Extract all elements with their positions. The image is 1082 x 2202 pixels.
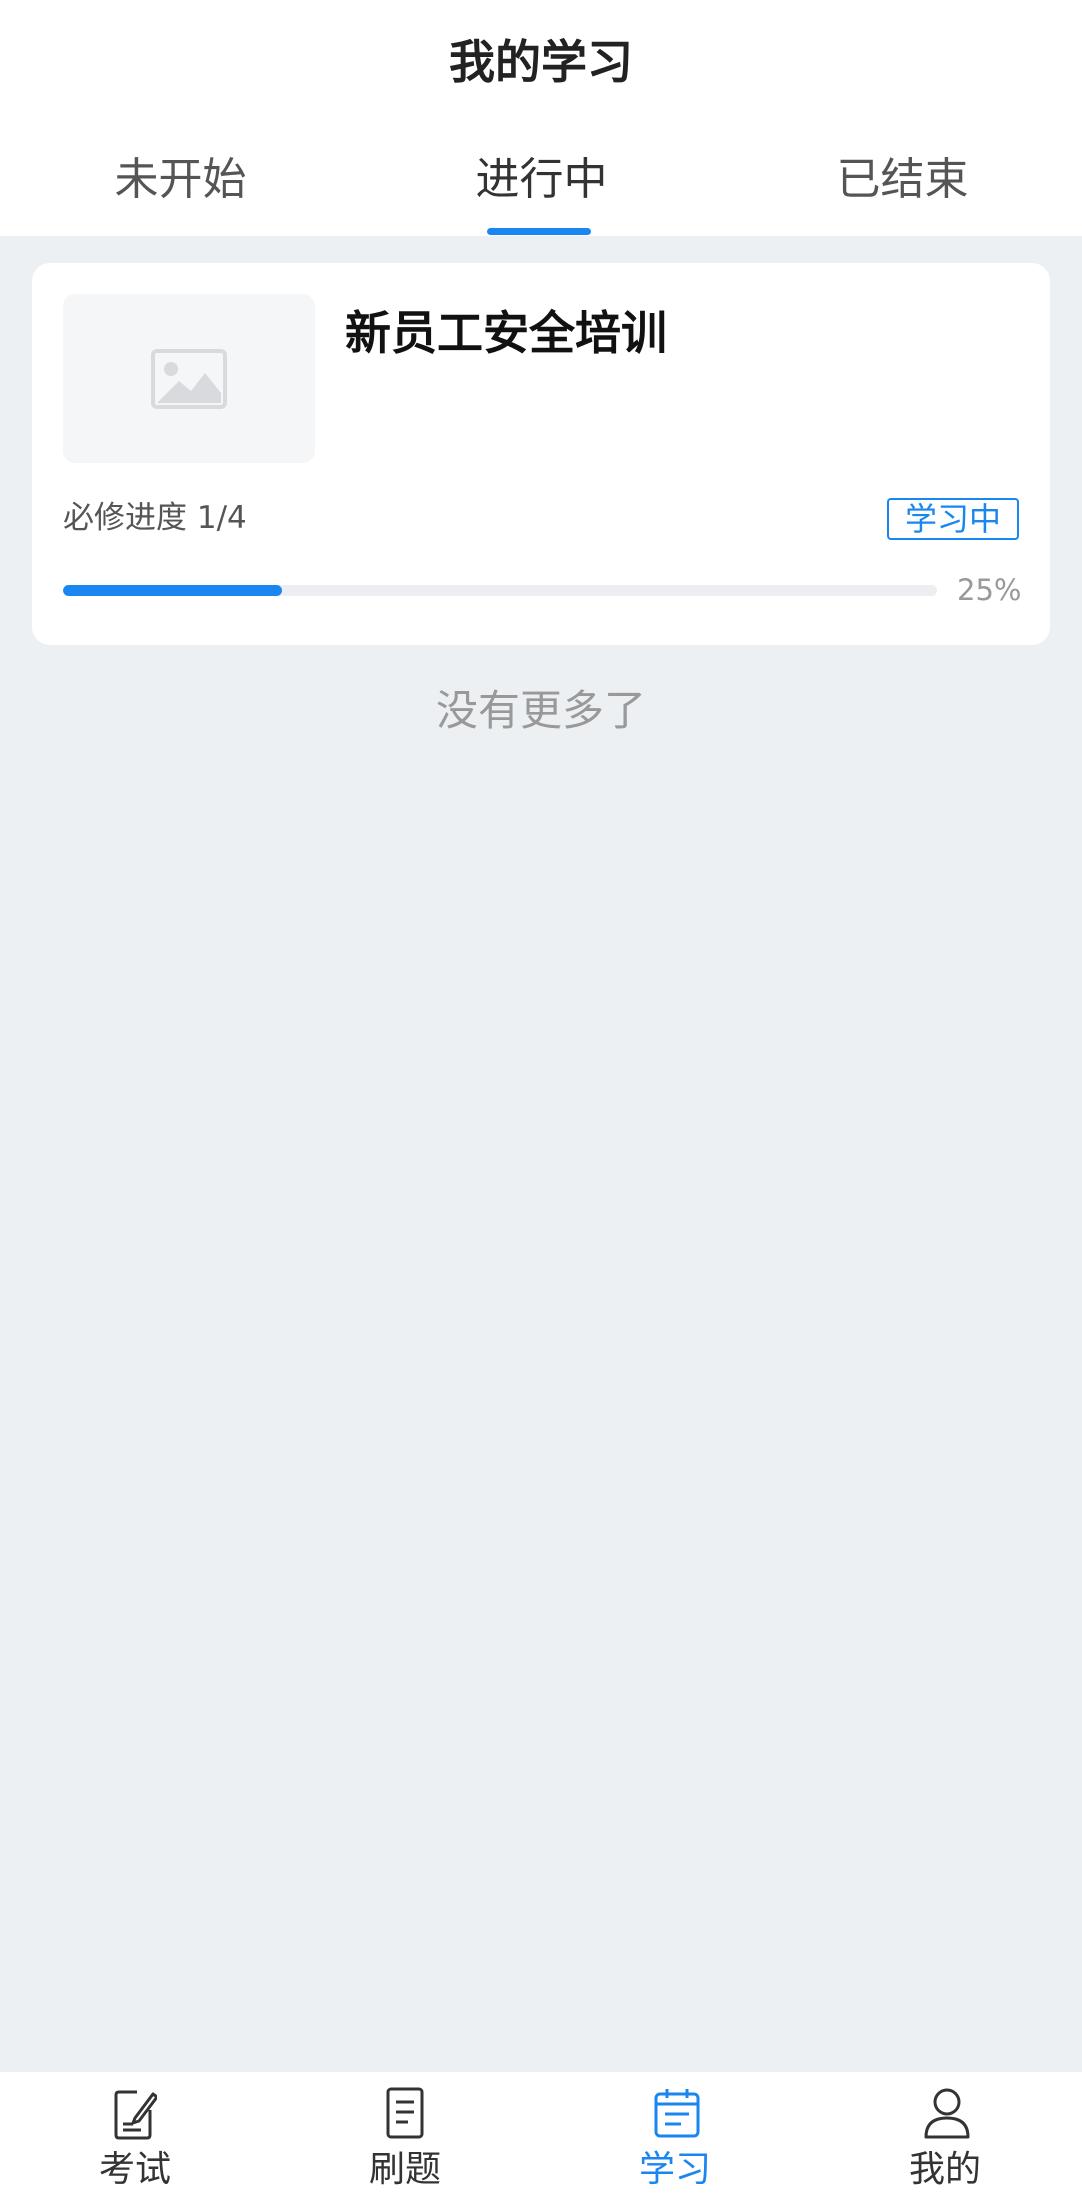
tabbar-label-study: 学习	[638, 2149, 711, 2190]
document-icon	[386, 2087, 424, 2139]
tabbar-item-practice[interactable]: 刷题	[270, 2072, 540, 2202]
tabbar-item-exam[interactable]: 考试	[0, 2072, 270, 2202]
bottom-tab-bar: 考试 刷题 学习 我的	[0, 2072, 1082, 2202]
course-thumbnail	[63, 294, 315, 463]
tabbar-label-me: 我的	[908, 2149, 981, 2190]
course-title: 新员工安全培训	[345, 306, 667, 360]
status-badge: 学习中	[887, 498, 1019, 540]
header: 我的学习 未开始 进行中 已结束	[0, 0, 1082, 236]
image-placeholder-icon	[151, 349, 227, 409]
list-end-text: 没有更多了	[435, 686, 646, 735]
study-icon	[654, 2089, 700, 2138]
tab-not-started[interactable]: 未开始	[0, 148, 361, 212]
status-tabs: 未开始 进行中 已结束	[0, 140, 1082, 236]
tab-finished[interactable]: 已结束	[722, 148, 1082, 212]
tabbar-item-study[interactable]: 学习	[540, 2072, 810, 2202]
progress-percent: 25%	[957, 573, 1022, 607]
active-tab-indicator	[487, 228, 591, 235]
tabbar-label-exam: 考试	[98, 2149, 171, 2190]
required-progress-label: 必修进度 1/4	[63, 500, 247, 536]
tab-in-progress[interactable]: 进行中	[361, 148, 722, 212]
course-card[interactable]: 新员工安全培训 必修进度 1/4 学习中 25%	[32, 263, 1050, 645]
tabbar-label-practice: 刷题	[368, 2149, 441, 2190]
page-title: 我的学习	[449, 35, 633, 89]
user-icon	[924, 2088, 970, 2139]
progress-bar-fill	[63, 585, 282, 596]
tabbar-item-me[interactable]: 我的	[810, 2072, 1080, 2202]
exam-icon	[114, 2090, 157, 2140]
progress-bar	[63, 585, 937, 596]
